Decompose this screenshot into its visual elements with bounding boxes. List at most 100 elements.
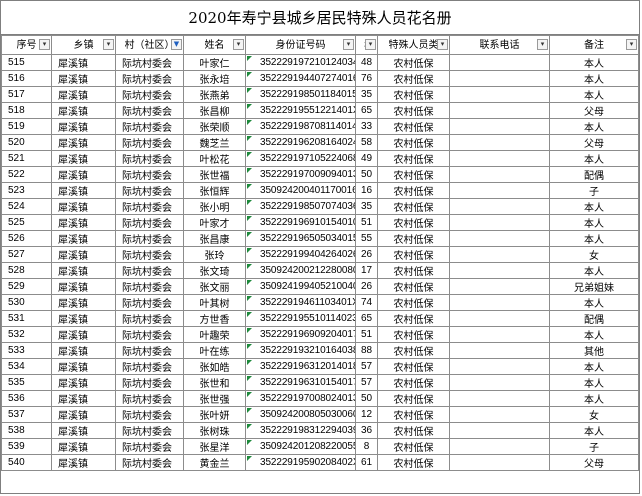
- category-cell[interactable]: 农村低保: [377, 358, 450, 375]
- row-number[interactable]: 527: [1, 246, 52, 263]
- dropdown-filter-icon[interactable]: ▾: [626, 39, 637, 50]
- category-cell[interactable]: 农村低保: [377, 86, 450, 103]
- category-cell[interactable]: 农村低保: [377, 326, 450, 343]
- id-number-cell[interactable]: 350924199405210040: [245, 278, 356, 295]
- name-cell[interactable]: 方世香: [183, 310, 246, 327]
- phone-cell[interactable]: [449, 310, 550, 327]
- village-cell[interactable]: 际坑村委会: [115, 438, 184, 455]
- id-number-cell[interactable]: 352229196312014018: [245, 358, 356, 375]
- township-cell[interactable]: 犀溪镇: [51, 166, 116, 183]
- township-cell[interactable]: 犀溪镇: [51, 54, 116, 71]
- name-cell[interactable]: 张星洋: [183, 438, 246, 455]
- village-cell[interactable]: 际坑村委会: [115, 246, 184, 263]
- age-cell[interactable]: 88: [355, 342, 378, 359]
- name-cell[interactable]: 张树珠: [183, 422, 246, 439]
- name-cell[interactable]: 魏芝兰: [183, 134, 246, 151]
- row-number[interactable]: 528: [1, 262, 52, 279]
- id-number-cell[interactable]: 352229196208164024: [245, 134, 356, 151]
- category-cell[interactable]: 农村低保: [377, 310, 450, 327]
- id-number-cell[interactable]: 352229198708114014: [245, 118, 356, 135]
- township-cell[interactable]: 犀溪镇: [51, 438, 116, 455]
- name-cell[interactable]: 张永培: [183, 70, 246, 87]
- village-cell[interactable]: 际坑村委会: [115, 422, 184, 439]
- id-number-cell[interactable]: 352229196505034015: [245, 230, 356, 247]
- column-header[interactable]: 年▾: [355, 35, 378, 55]
- township-cell[interactable]: 犀溪镇: [51, 278, 116, 295]
- note-cell[interactable]: 父母: [549, 102, 639, 119]
- age-cell[interactable]: 35: [355, 86, 378, 103]
- category-cell[interactable]: 农村低保: [377, 454, 450, 471]
- id-number-cell[interactable]: 352229196910154010: [245, 214, 356, 231]
- age-cell[interactable]: 36: [355, 422, 378, 439]
- category-cell[interactable]: 农村低保: [377, 374, 450, 391]
- column-header[interactable]: 姓名 ▾: [183, 35, 246, 55]
- township-cell[interactable]: 犀溪镇: [51, 134, 116, 151]
- phone-cell[interactable]: [449, 182, 550, 199]
- township-cell[interactable]: 犀溪镇: [51, 310, 116, 327]
- id-number-cell[interactable]: 350924200212280080: [245, 262, 356, 279]
- age-cell[interactable]: 49: [355, 150, 378, 167]
- name-cell[interactable]: 张恒辉: [183, 182, 246, 199]
- name-cell[interactable]: 张如皓: [183, 358, 246, 375]
- note-cell[interactable]: 本人: [549, 118, 639, 135]
- note-cell[interactable]: 本人: [549, 70, 639, 87]
- phone-cell[interactable]: [449, 70, 550, 87]
- dropdown-filter-icon[interactable]: ▾: [233, 39, 244, 50]
- dropdown-filter-icon[interactable]: ▾: [103, 39, 114, 50]
- phone-cell[interactable]: [449, 326, 550, 343]
- row-number[interactable]: 521: [1, 150, 52, 167]
- row-number[interactable]: 523: [1, 182, 52, 199]
- township-cell[interactable]: 犀溪镇: [51, 150, 116, 167]
- village-cell[interactable]: 际坑村委会: [115, 326, 184, 343]
- id-number-cell[interactable]: 350924200805030060: [245, 406, 356, 423]
- phone-cell[interactable]: [449, 198, 550, 215]
- age-cell[interactable]: 50: [355, 166, 378, 183]
- age-cell[interactable]: 51: [355, 326, 378, 343]
- note-cell[interactable]: 本人: [549, 262, 639, 279]
- dropdown-filter-icon[interactable]: ▾: [537, 39, 548, 50]
- id-number-cell[interactable]: 352229197009094013: [245, 166, 356, 183]
- township-cell[interactable]: 犀溪镇: [51, 182, 116, 199]
- village-cell[interactable]: 际坑村委会: [115, 118, 184, 135]
- township-cell[interactable]: 犀溪镇: [51, 422, 116, 439]
- category-cell[interactable]: 农村低保: [377, 342, 450, 359]
- phone-cell[interactable]: [449, 438, 550, 455]
- name-cell[interactable]: 张昌柳: [183, 102, 246, 119]
- column-header[interactable]: 村（社区） ▼: [115, 35, 184, 55]
- note-cell[interactable]: 本人: [549, 294, 639, 311]
- category-cell[interactable]: 农村低保: [377, 182, 450, 199]
- name-cell[interactable]: 张燕弟: [183, 86, 246, 103]
- note-cell[interactable]: 本人: [549, 230, 639, 247]
- name-cell[interactable]: 张玲: [183, 246, 246, 263]
- phone-cell[interactable]: [449, 86, 550, 103]
- category-cell[interactable]: 农村低保: [377, 422, 450, 439]
- township-cell[interactable]: 犀溪镇: [51, 102, 116, 119]
- category-cell[interactable]: 农村低保: [377, 246, 450, 263]
- phone-cell[interactable]: [449, 294, 550, 311]
- row-number[interactable]: 515: [1, 54, 52, 71]
- township-cell[interactable]: 犀溪镇: [51, 358, 116, 375]
- category-cell[interactable]: 农村低保: [377, 134, 450, 151]
- note-cell[interactable]: 本人: [549, 86, 639, 103]
- column-header[interactable]: 身份证号码 ▾: [245, 35, 356, 55]
- category-cell[interactable]: 农村低保: [377, 118, 450, 135]
- column-header[interactable]: 特殊人员类 ▾: [377, 35, 450, 55]
- dropdown-filter-icon[interactable]: ▾: [39, 39, 50, 50]
- dropdown-filter-icon[interactable]: ▾: [365, 39, 376, 50]
- dropdown-filter-icon[interactable]: ▾: [437, 39, 448, 50]
- phone-cell[interactable]: [449, 166, 550, 183]
- village-cell[interactable]: 际坑村委会: [115, 406, 184, 423]
- age-cell[interactable]: 57: [355, 358, 378, 375]
- phone-cell[interactable]: [449, 422, 550, 439]
- age-cell[interactable]: 48: [355, 54, 378, 71]
- id-number-cell[interactable]: 352229195510114023: [245, 310, 356, 327]
- phone-cell[interactable]: [449, 374, 550, 391]
- row-number[interactable]: 516: [1, 70, 52, 87]
- column-header[interactable]: 备注 ▾: [549, 35, 639, 55]
- row-number[interactable]: 533: [1, 342, 52, 359]
- id-number-cell[interactable]: 35222919551221401X: [245, 102, 356, 119]
- note-cell[interactable]: 本人: [549, 326, 639, 343]
- name-cell[interactable]: 张荣顺: [183, 118, 246, 135]
- id-number-cell[interactable]: 35222919590208402X: [245, 454, 356, 471]
- row-number[interactable]: 540: [1, 454, 52, 471]
